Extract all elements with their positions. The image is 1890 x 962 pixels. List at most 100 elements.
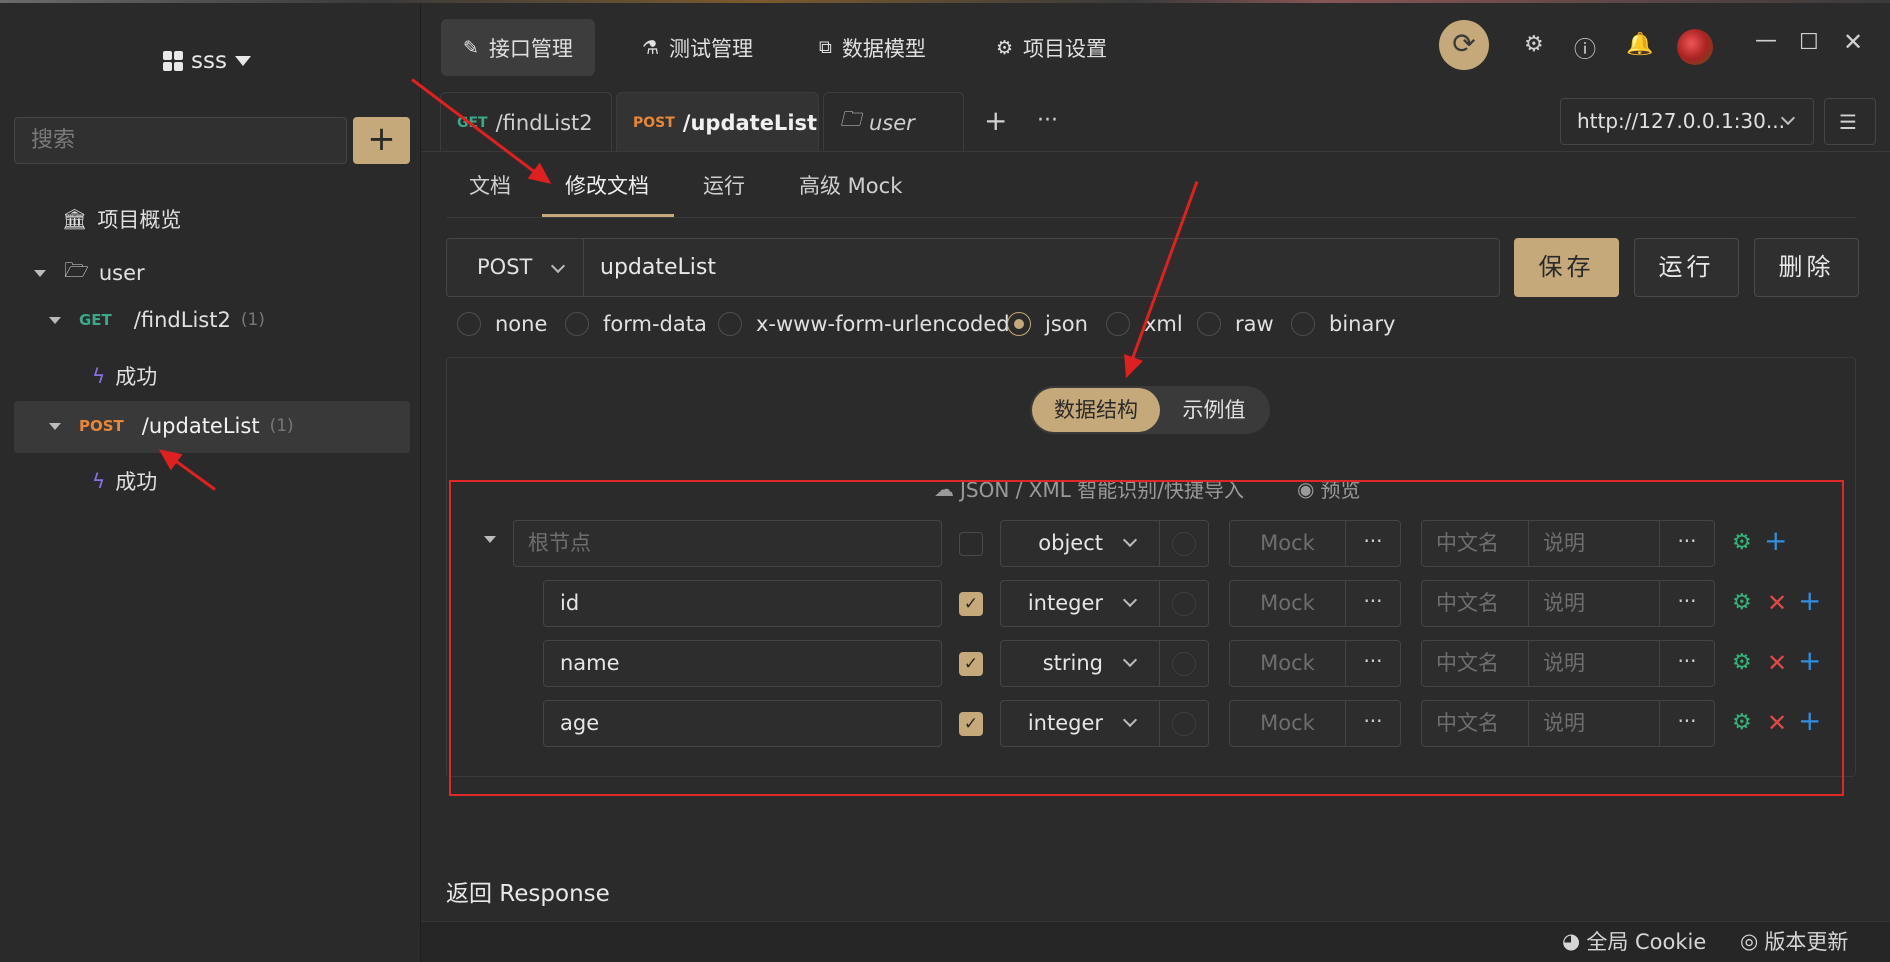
tab-label: 测试管理 bbox=[669, 36, 754, 61]
active-tab-indicator bbox=[542, 214, 674, 217]
tab-api-management[interactable]: ✎ 接口管理 bbox=[441, 19, 595, 76]
caret-down-icon bbox=[34, 269, 46, 277]
tab-data-model[interactable]: ⧉ 数据模型 bbox=[797, 19, 948, 76]
sidebar-item-label: /updateList bbox=[141, 414, 260, 438]
minimize-icon[interactable]: — bbox=[1755, 28, 1777, 53]
sidebar-item-label: /findList2 bbox=[133, 308, 231, 332]
menu-button[interactable]: ☰ bbox=[1824, 98, 1876, 145]
filetab-label: user bbox=[869, 110, 915, 135]
close-icon[interactable]: ✕ bbox=[1843, 28, 1863, 56]
divider bbox=[446, 217, 1856, 218]
subtab-run[interactable]: 运行 bbox=[703, 170, 745, 200]
filetab-label: /findList2 bbox=[495, 110, 593, 135]
help-icon[interactable]: ⓘ bbox=[1574, 32, 1596, 64]
subtab-doc[interactable]: 文档 bbox=[469, 170, 511, 200]
radio-json[interactable]: json bbox=[1007, 312, 1088, 336]
cookie-icon: ◕ bbox=[1562, 929, 1581, 953]
sidebar-case-updateList-success[interactable]: ϟ 成功 bbox=[92, 466, 157, 496]
folder-icon: 🗀 bbox=[840, 107, 861, 131]
response-title: 返回 Response bbox=[446, 881, 610, 907]
sidebar-item-label: 成功 bbox=[115, 365, 158, 389]
caret-down-icon bbox=[49, 422, 61, 430]
sidebar-item-findList2[interactable]: GET /findList2 (1) bbox=[49, 308, 265, 332]
radio-binary[interactable]: binary bbox=[1291, 312, 1395, 336]
bell-icon[interactable]: 🔔 bbox=[1626, 32, 1653, 57]
update-icon: ◎ bbox=[1740, 929, 1759, 953]
method-badge: POST bbox=[633, 114, 675, 131]
radio-circle bbox=[1291, 312, 1315, 336]
radio-circle bbox=[718, 312, 742, 336]
api-icon: ✎ bbox=[463, 36, 479, 59]
subtab-edit-doc[interactable]: 修改文档 bbox=[565, 170, 649, 200]
folder-icon: 🗁 bbox=[64, 258, 89, 282]
hierarchy-icon: ⧉ bbox=[819, 37, 832, 58]
sidebar-item-label: 项目概览 bbox=[97, 208, 182, 232]
radio-form-data[interactable]: form-data bbox=[565, 312, 707, 336]
radio-circle bbox=[565, 312, 589, 336]
toggle-data-structure[interactable]: 数据结构 bbox=[1032, 388, 1160, 432]
toggle-example[interactable]: 示例值 bbox=[1160, 388, 1268, 432]
sidebar-folder-user[interactable]: 🗁 user bbox=[34, 256, 145, 290]
maximize-icon[interactable]: ☐ bbox=[1799, 30, 1819, 55]
radio-circle-selected bbox=[1007, 312, 1031, 336]
method-select[interactable]: POST bbox=[446, 238, 584, 297]
settings-icon[interactable]: ⚙ bbox=[1524, 32, 1544, 57]
tab-project-settings[interactable]: ⚙ 项目设置 bbox=[974, 19, 1129, 76]
radio-label: none bbox=[495, 312, 548, 336]
sync-icon[interactable]: ⟳ bbox=[1439, 20, 1489, 70]
bank-icon: 🏛 bbox=[62, 207, 88, 231]
delete-button[interactable]: 删除 bbox=[1754, 238, 1859, 297]
method-badge: GET bbox=[79, 311, 112, 329]
radio-label: json bbox=[1045, 312, 1088, 336]
sidebar-case-findList2-success[interactable]: ϟ 成功 bbox=[92, 361, 157, 391]
case-count: (1) bbox=[269, 416, 294, 436]
radio-circle bbox=[1197, 312, 1221, 336]
subtab-advanced-mock[interactable]: 高级 Mock bbox=[799, 170, 902, 200]
add-button[interactable]: + bbox=[353, 117, 410, 164]
add-tab-button[interactable]: + bbox=[984, 104, 1007, 137]
tab-test-management[interactable]: ⚗ 测试管理 bbox=[620, 19, 775, 76]
environment-url: http://127.0.0.1:30... bbox=[1577, 109, 1785, 133]
gear-icon: ⚙ bbox=[996, 36, 1014, 59]
search-input[interactable]: 搜索 bbox=[14, 117, 347, 164]
status-label: 全局 Cookie bbox=[1586, 930, 1707, 954]
sidebar-item-overview[interactable]: 🏛 项目概览 bbox=[62, 204, 181, 234]
chevron-down-icon bbox=[550, 258, 566, 274]
radio-raw[interactable]: raw bbox=[1197, 312, 1274, 336]
run-button[interactable]: 运行 bbox=[1634, 238, 1739, 297]
case-count: (1) bbox=[240, 310, 265, 330]
radio-none[interactable]: none bbox=[457, 312, 547, 336]
sidebar-item-label: user bbox=[98, 261, 145, 285]
status-label: 版本更新 bbox=[1764, 930, 1849, 954]
caret-down-icon bbox=[234, 56, 251, 66]
radio-label: x-www-form-urlencoded bbox=[756, 312, 1010, 336]
save-button[interactable]: 保存 bbox=[1514, 238, 1619, 297]
sidebar-item-updateList[interactable]: POST /updateList (1) bbox=[49, 414, 294, 438]
filetab-label: /updateList bbox=[682, 110, 818, 135]
bolt-icon: ϟ bbox=[92, 469, 106, 493]
tab-label: 数据模型 bbox=[841, 36, 926, 61]
apps-icon bbox=[163, 51, 183, 71]
tab-label: 项目设置 bbox=[1023, 36, 1108, 61]
bolt-icon: ϟ bbox=[92, 364, 106, 388]
radio-label: xml bbox=[1144, 312, 1183, 336]
radio-circle bbox=[457, 312, 481, 336]
flask-icon: ⚗ bbox=[642, 36, 660, 59]
divider bbox=[421, 151, 1890, 152]
radio-label: form-data bbox=[603, 312, 707, 336]
version-update-button[interactable]: ◎ 版本更新 bbox=[1740, 926, 1848, 956]
avatar[interactable] bbox=[1677, 29, 1713, 65]
radio-label: binary bbox=[1329, 312, 1396, 336]
radio-x-www-form-urlencoded[interactable]: x-www-form-urlencoded bbox=[718, 312, 1010, 336]
filetab-user[interactable]: 🗀 user bbox=[823, 92, 964, 152]
annotation-highlight-box bbox=[449, 480, 1844, 796]
sidebar-item-label: 成功 bbox=[115, 470, 158, 494]
path-input[interactable]: updateList bbox=[583, 238, 1500, 297]
project-switcher[interactable]: sss bbox=[163, 48, 251, 74]
method-value: POST bbox=[477, 255, 533, 279]
global-cookie-button[interactable]: ◕ 全局 Cookie bbox=[1562, 926, 1706, 956]
more-tabs-button[interactable]: ··· bbox=[1037, 108, 1058, 133]
environment-select[interactable]: http://127.0.0.1:30... bbox=[1560, 98, 1814, 145]
tab-label: 接口管理 bbox=[488, 36, 573, 61]
filetab-updateList[interactable]: POST /updateList bbox=[616, 92, 819, 152]
